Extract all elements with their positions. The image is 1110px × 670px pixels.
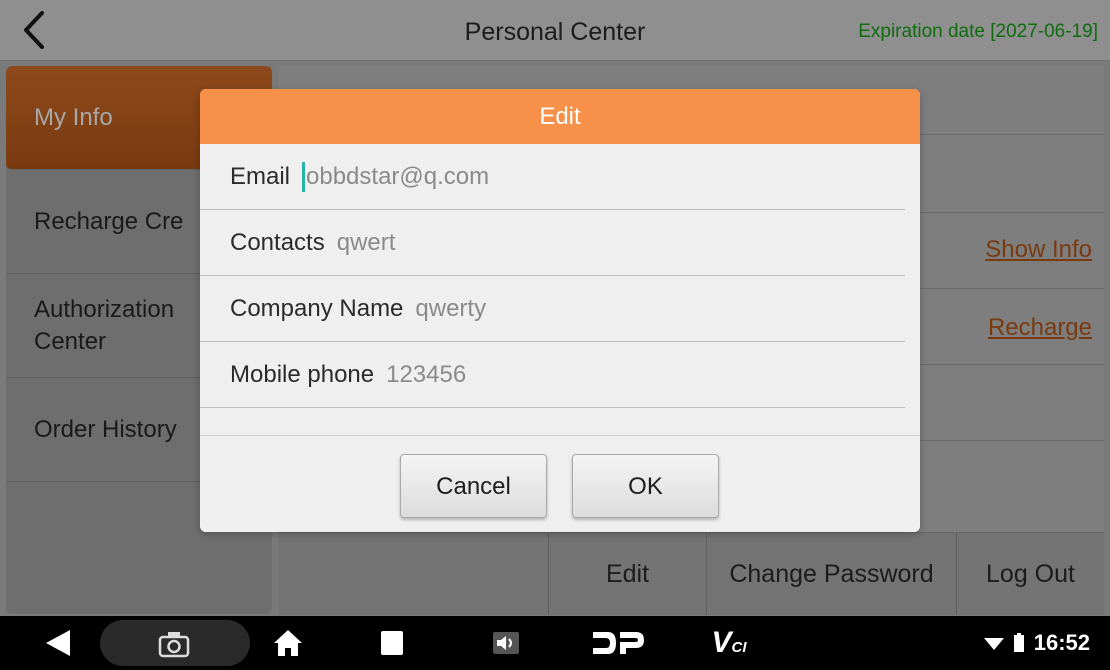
nav-back-button[interactable] [38, 616, 78, 670]
mobile-phone-field[interactable]: Mobile phone 123456 [200, 342, 905, 408]
dialog-title: Edit [200, 89, 920, 144]
battery-icon [1013, 633, 1024, 652]
sidebar-item-label: Recharge Cre [34, 207, 184, 235]
text-cursor [302, 161, 306, 192]
contacts-value: qwert [336, 228, 396, 256]
change-password-button[interactable]: Change Password [706, 533, 956, 615]
dp-logo-icon [593, 632, 644, 654]
partially-hidden-field [230, 427, 290, 435]
company-name-label: Company Name [230, 294, 404, 322]
screenshot-button[interactable] [100, 620, 250, 666]
recharge-link[interactable]: Recharge [988, 314, 1092, 342]
edit-dialog: Edit Email obbdstar@q.com Contacts qwert… [200, 89, 920, 532]
edit-button[interactable]: Edit [548, 533, 706, 615]
email-value: obbdstar@q.com [306, 162, 490, 190]
expiration-date: Expiration date [2027-06-19] [858, 21, 1098, 42]
top-bar: Personal Center Expiration date [2027-06… [0, 0, 1110, 61]
status-area: 16:52 [980, 616, 1090, 670]
company-name-value: qwerty [415, 294, 487, 322]
mobile-phone-label: Mobile phone [230, 360, 375, 388]
dialog-button-bar: Cancel OK [200, 435, 920, 532]
clock: 16:52 [1033, 630, 1090, 655]
volume-icon [493, 632, 519, 654]
log-out-button[interactable]: Log Out [956, 533, 1104, 615]
mobile-phone-value: 123456 [386, 360, 467, 388]
home-button[interactable] [268, 616, 308, 670]
vci-status[interactable]: VCI [706, 616, 752, 670]
ok-button[interactable]: OK [572, 454, 719, 518]
company-name-field[interactable]: Company Name qwerty [200, 276, 905, 342]
email-label: Email [230, 162, 291, 190]
recent-apps-icon [381, 631, 403, 655]
home-icon [274, 630, 302, 656]
volume-button[interactable] [486, 616, 526, 670]
show-info-link[interactable]: Show Info [985, 236, 1092, 264]
dp-app-button[interactable] [588, 616, 648, 670]
vci-icon: VCI [711, 626, 747, 659]
contacts-label: Contacts [230, 228, 325, 256]
nav-back-icon [46, 630, 70, 656]
cancel-button[interactable]: Cancel [400, 454, 547, 518]
sidebar-item-label: Order History [34, 415, 177, 443]
system-nav-bar: VCI 16:52 [0, 616, 1110, 670]
email-field[interactable]: Email obbdstar@q.com [200, 144, 905, 210]
camera-icon [158, 630, 190, 663]
recent-apps-button[interactable] [372, 616, 412, 670]
wifi-icon [983, 638, 1004, 650]
sidebar-item-label: Authorization Center [34, 295, 175, 355]
sidebar-item-label: My Info [34, 103, 113, 131]
contacts-field[interactable]: Contacts qwert [200, 210, 905, 276]
bottom-action-bar: Edit Change Password Log Out [278, 532, 1104, 615]
